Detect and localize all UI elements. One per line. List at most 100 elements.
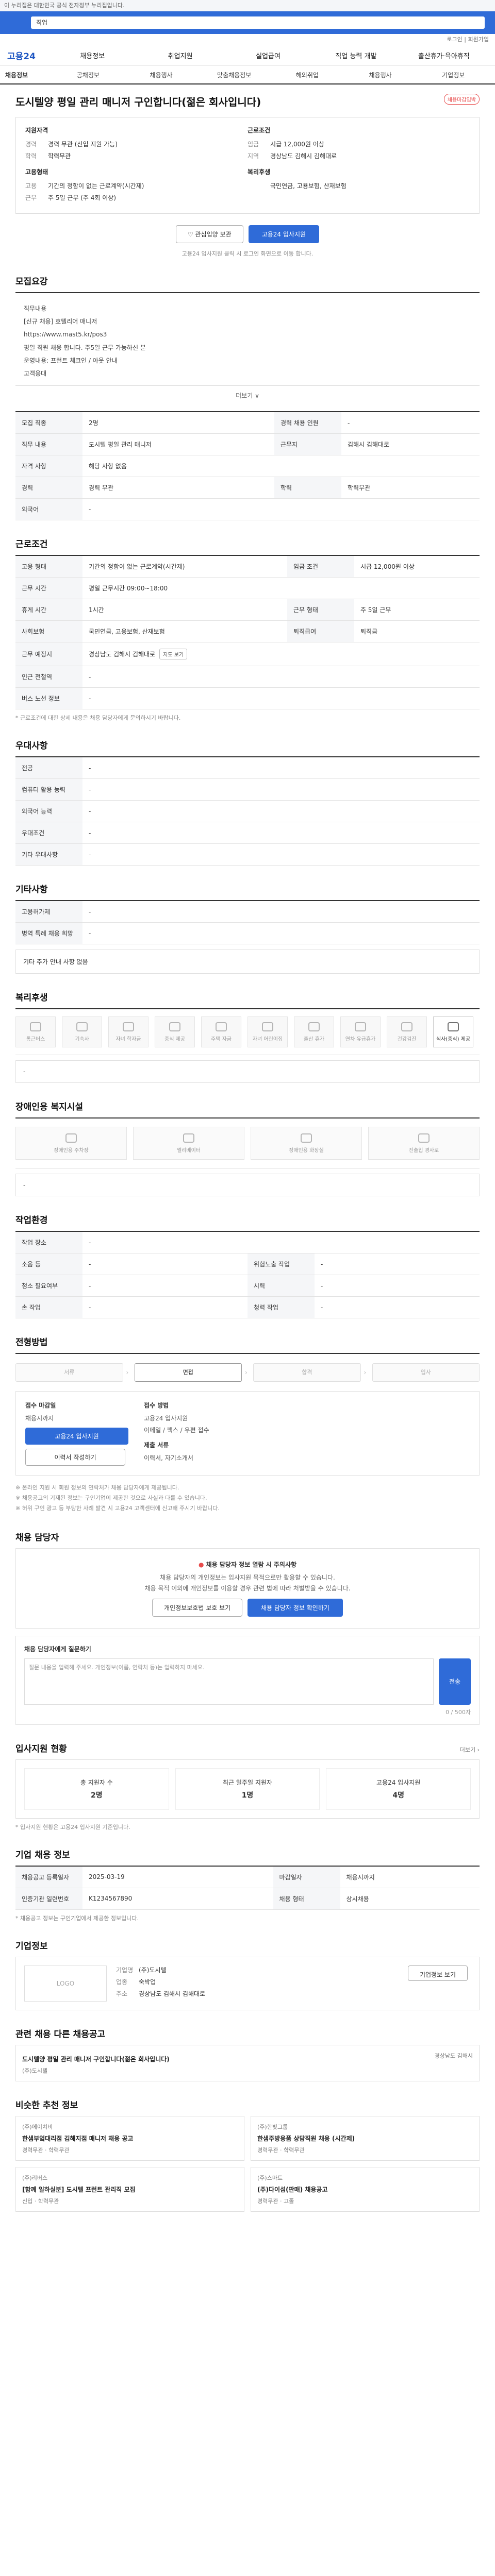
map-button[interactable]: 지도 보기 [159,649,188,660]
company-key: 주소 [116,1990,128,1997]
table-header: 휴게 시간 [15,599,82,621]
disabled-grid: 장애인용 주차장 엘리베이터 장애인용 화장실 진출입 경사로 [15,1117,480,1169]
process-notes: ※ 온라인 지원 시 회원 정보의 연락처가 채용 담당자에게 제공됩니다. ※… [15,1483,480,1513]
welfare-icon [169,1022,180,1031]
recommend-card[interactable]: (주)리버스 [함께 일하실분] 도시텔 프런트 관리직 모집 신입 · 학력무관 [15,2166,244,2212]
welfare-icon [262,1022,273,1031]
contact-line: 채용 담당자의 개인정보는 입사지원 목적으로만 활용할 수 있습니다. [160,1573,335,1581]
table-header: 경력 채용 인원 [274,412,341,434]
gnb-item[interactable]: 취업지원 [136,50,224,60]
company-value: 경상남도 김해시 김해대로 [139,1990,206,1997]
contact-box: ● 채용 담당자 정보 열람 시 주의사항 채용 담당자의 개인정보는 입사지원… [15,1548,480,1629]
apply-box: 접수 마감일 채용시까지 고용24 입사지원 이력서 작성하기 접수 방법 고용… [15,1391,480,1476]
table-header: 마감일자 [273,1866,340,1888]
summary-key [248,181,270,190]
resume-button[interactable]: 이력서 작성하기 [25,1449,125,1466]
table-cell: - [82,800,480,823]
gnb-item[interactable]: 출산휴가·육아휴직 [400,50,488,60]
ramp-icon [418,1133,430,1143]
table-cell: - [82,757,480,779]
subnav-item[interactable]: 기업정보 [417,71,490,79]
table-header: 우대조건 [15,822,82,844]
desc-line: 운영내용: 프런트 체크인 / 아웃 안내 [24,357,118,364]
apply-button[interactable]: 고용24 입사지원 [248,225,320,243]
desc-line: 평일 직원 채용 합니다. 주5일 근무 가능하신 분 [24,344,146,351]
desc-line: [신규 채용] 호텔리어 매니저 [24,318,97,326]
summary-key: 경력 [25,141,37,148]
table-cell: - [82,1296,248,1319]
welfare-item: 건강검진 [387,1016,427,1048]
summary-value: 시급 12,000원 이상 [270,141,324,148]
subnav-item[interactable]: 해외취업 [271,71,344,79]
apply-button-2[interactable]: 고용24 입사지원 [25,1428,128,1445]
related-company: (주)도시텔 [22,2067,48,2074]
table-cell: 퇴직금 [354,620,480,643]
etc-table: 고용허가제 - 병역 특례 채용 희망 - [15,900,480,945]
welfare-icon [308,1022,320,1031]
more-button[interactable]: 더보기 ∨ [15,391,480,400]
qa-textarea[interactable]: 질문 내용을 입력해 주세요. 개인정보(이름, 연락처 등)는 입력하지 마세… [24,1658,434,1705]
desc-line: https://www.mast5.kr/pos3 [24,331,107,338]
qa-box: 채용 담당자에게 질문하기 질문 내용을 입력해 주세요. 개인정보(이름, 연… [15,1635,480,1725]
table-cell: 2명 [82,412,274,434]
subnav-item[interactable]: 채용행사 [344,71,417,79]
subnav-item[interactable]: 맞춤채용정보 [197,71,271,79]
summary-value: 주 5일 근무 (주 4회 이상) [48,194,117,201]
table-header: 학력 [274,477,341,499]
privacy-button[interactable]: 개인정보보호법 보호 보기 [152,1598,243,1617]
related-card[interactable]: 도시텔양 평일 관리 매니저 구인합니다(젊은 회사입니다) (주)도시텔 경상… [15,2044,480,2081]
signup-link[interactable]: 회원가입 [468,36,489,43]
table-row: 컴퓨터 활용 능력 - [15,778,480,801]
table-header: 청력 작업 [248,1296,315,1319]
stats-note: * 입사지원 현황은 고용24 입사지원 기준입니다. [15,1823,130,1831]
section-title: 근로조건 [15,539,48,550]
breadcrumb: 채용정보 [5,71,28,79]
scrap-button[interactable]: ♡ 관심입양 보관 [175,225,243,243]
table-cell: - [82,1253,248,1276]
elevator-icon [183,1133,194,1143]
section-title: 기업정보 [15,1941,48,1952]
gnb-item[interactable]: 채용정보 [48,50,136,60]
note-line: ※ 허위 구인 광고 등 부당한 사례 발견 시 고용24 고객센터에 신고해 … [15,1504,220,1512]
recommend-card[interactable]: (주)스마트 (주)다이섬(판매) 채용공고 경력무관 · 고졸 [251,2166,480,2212]
info-note: * 채용공고 정보는 구인기업에서 제공한 정보입니다. [15,1914,139,1922]
contact-warning: ● 채용 담당자 정보 열람 시 주의사항 [198,1561,297,1568]
table-cell: 경상남도 김해시 김해대로 지도 보기 [82,642,480,667]
gnb-item[interactable]: 직업 능력 개발 [312,50,400,60]
summary-heading: 근로조건 [248,127,271,134]
gnb-item[interactable]: 실업급여 [224,50,312,60]
table-cell: 상시채용 [340,1888,480,1910]
facility-item: 장애인용 주차장 [15,1127,127,1160]
table-header: 기타 우대사항 [15,843,82,866]
welfare-grid: 통근버스 기숙사 자녀 학자금 중식 제공 주택 자금 자녀 어린이집 출산 휴… [15,1008,480,1056]
heart-icon: ♡ [187,231,195,238]
logo[interactable]: 고용24 [7,49,48,62]
login-link[interactable]: 로그인 [447,36,462,43]
contact-view-button[interactable]: 채용 담당자 정보 확인하기 [248,1598,343,1617]
section-title: 작업환경 [15,1215,48,1226]
section-title: 장애인용 복지시설 [15,1102,84,1113]
table-cell: - [82,778,480,801]
chevron-right-icon: › [245,1369,248,1377]
all-link[interactable]: 더보기 › [460,1745,480,1754]
search-input[interactable]: 직업 [31,16,485,29]
disabled-box: - [15,1174,480,1197]
table-header: 외국어 능력 [15,800,82,823]
subnav-item[interactable]: 공채정보 [52,71,125,79]
summary-key: 임금 [248,141,259,148]
recommend-card[interactable]: (주)한빛그룹 한샘주방용품 상담직원 채용 (시간제) 경력무관 · 학력무관 [251,2115,480,2161]
apply-method: 이메일 / 팩스 / 우편 접수 [144,1427,209,1434]
subnav-item[interactable]: 채용행사 [125,71,198,79]
company-value: (주)도시텔 [139,1966,167,1974]
section-title: 기업 채용 정보 [15,1850,70,1860]
welfare-icon [30,1022,41,1031]
stat-item: 최근 일주일 지원자 1명 [175,1768,320,1810]
table-cell: 평일 근무시간 09:00~18:00 [82,577,480,600]
company-info-button[interactable]: 기업정보 보기 [407,1965,468,1981]
recommend-card[interactable]: (주)에이치비 한샘부엌대리점 김해지점 매니저 채용 공고 경력무관 · 학력무관 [15,2115,244,2161]
qa-submit-button[interactable]: 전송 [439,1658,471,1705]
table-header: 근무 형태 [287,599,354,621]
conditions-note: * 근로조건에 대한 상세 내용은 채용 담당자에게 문의하시기 바랍니다. [15,715,181,722]
table-row: 기타 우대사항 - [15,843,480,866]
apply-method: 고용24 입사지원 [144,1415,188,1422]
